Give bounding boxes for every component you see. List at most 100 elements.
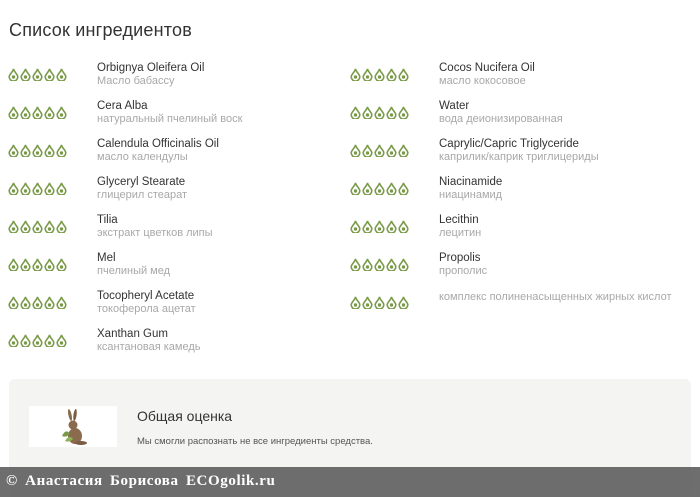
- oil-drop-icon: [362, 182, 373, 195]
- ingredient-name: Niacinamide: [439, 176, 503, 188]
- ingredient-text: Glyceryl Stearate глицерил стеарат: [97, 176, 187, 202]
- ingredient-row: Xanthan Gum ксантановая камедь: [8, 328, 308, 366]
- oil-drop-icon: [44, 258, 55, 271]
- ingredient-text: Tocopheryl Acetate токоферола ацетат: [97, 290, 196, 316]
- ingredient-row: Water вода деионизированная: [350, 100, 695, 138]
- ingredient-text: Niacinamide ниацинамид: [439, 176, 502, 202]
- ingredient-text: Lecithin лецитин: [439, 214, 481, 240]
- oil-drop-icon: [8, 68, 19, 81]
- oil-drop-icon: [350, 258, 361, 271]
- oil-drop-icon: [362, 144, 373, 157]
- ingredient-row: Calendula Officinalis Oil масло календулы: [8, 138, 308, 176]
- oil-drop-icon: [398, 296, 409, 309]
- ingredient-translation: масло календулы: [97, 151, 188, 163]
- safety-rating: [8, 68, 67, 81]
- oil-drop-icon: [20, 258, 31, 271]
- oil-drop-icon: [56, 106, 67, 119]
- oil-drop-icon: [32, 144, 43, 157]
- oil-drop-icon: [386, 296, 397, 309]
- oil-drop-icon: [20, 144, 31, 157]
- safety-rating: [8, 182, 67, 195]
- ingredient-translation: токоферола ацетат: [97, 303, 196, 315]
- safety-rating: [8, 144, 67, 157]
- oil-drop-icon: [386, 220, 397, 233]
- oil-drop-icon: [386, 258, 397, 271]
- oil-drop-icon: [56, 182, 67, 195]
- oil-drop-icon: [398, 182, 409, 195]
- ingredient-row: Lecithin лецитин: [350, 214, 695, 252]
- oil-drop-icon: [56, 68, 67, 81]
- ingredient-translation: ниацинамид: [439, 189, 503, 201]
- safety-rating: [350, 106, 409, 119]
- oil-drop-icon: [398, 68, 409, 81]
- oil-drop-icon: [44, 68, 55, 81]
- ingredient-name: Orbignya Oleifera Oil: [97, 62, 205, 74]
- safety-rating: [350, 182, 409, 195]
- oil-drop-icon: [350, 220, 361, 233]
- ingredient-translation: прополис: [439, 265, 488, 277]
- oil-drop-icon: [8, 258, 19, 271]
- ingredient-name: Cocos Nucifera Oil: [439, 62, 535, 74]
- oil-drop-icon: [32, 220, 43, 233]
- hare-icon: [62, 409, 87, 445]
- oil-drop-icon: [8, 220, 19, 233]
- oil-drop-icon: [350, 296, 361, 309]
- oil-drop-icon: [56, 296, 67, 309]
- safety-rating: [8, 258, 67, 271]
- safety-rating: [350, 144, 409, 157]
- oil-drop-icon: [350, 68, 361, 81]
- ingredient-text: Caprylic/Capric Triglyceride каприлик/кап…: [439, 138, 599, 164]
- oil-drop-icon: [32, 68, 43, 81]
- ingredient-name: Tocopheryl Acetate: [97, 290, 195, 302]
- oil-drop-icon: [374, 258, 385, 271]
- oil-drop-icon: [20, 296, 31, 309]
- ingredient-text: Propolis прополис: [439, 252, 487, 278]
- ingredient-name: Water: [439, 100, 470, 112]
- ingredient-translation: масло кокосовое: [439, 75, 526, 87]
- oil-drop-icon: [20, 182, 31, 195]
- ingredient-text: Orbignya Oleifera Oil Масло бабассу: [97, 62, 204, 88]
- watermark-bar: © Анастасия Борисова ECOgolik.ru: [0, 467, 700, 497]
- oil-drop-icon: [362, 296, 373, 309]
- oil-drop-icon: [386, 182, 397, 195]
- page-title: Список ингредиентов: [9, 20, 193, 40]
- ingredient-list-right: Cocos Nucifera Oil масло кокосовое Water во…: [350, 62, 695, 328]
- ingredient-name: Lecithin: [439, 214, 479, 226]
- oil-drop-icon: [32, 106, 43, 119]
- ingredient-name: Propolis: [439, 252, 481, 264]
- ingredient-row: Caprylic/Capric Triglyceride каприлик/кап…: [350, 138, 695, 176]
- ingredient-row: Tocopheryl Acetate токоферола ацетат: [8, 290, 308, 328]
- oil-drop-icon: [386, 106, 397, 119]
- oil-drop-icon: [56, 334, 67, 347]
- ingredient-row: Propolis прополис: [350, 252, 695, 290]
- ingredient-row: Cera Alba натуральный пчелиный воск: [8, 100, 308, 138]
- watermark-text: © Анастасия Борисова ECOgolik.ru: [6, 473, 276, 489]
- oil-drop-icon: [20, 106, 31, 119]
- ingredient-text: комплекс полиненасыщенных жирных кислот: [439, 290, 684, 304]
- oil-drop-icon: [350, 182, 361, 195]
- oil-drop-icon: [56, 144, 67, 157]
- ingredient-name: Cera Alba: [97, 100, 148, 112]
- ingredient-name: Tilia: [97, 214, 118, 226]
- oil-drop-icon: [8, 296, 19, 309]
- ingredient-name: Xanthan Gum: [97, 328, 168, 340]
- ingredient-text: Water вода деионизированная: [439, 100, 563, 126]
- oil-drop-icon: [374, 106, 385, 119]
- ingredient-name: Glyceryl Stearate: [97, 176, 186, 188]
- ingredient-translation: комплекс полиненасыщенных жирных кислот: [439, 291, 672, 303]
- oil-drop-icon: [362, 106, 373, 119]
- oil-drop-icon: [398, 106, 409, 119]
- oil-drop-icon: [8, 106, 19, 119]
- oil-drop-icon: [20, 220, 31, 233]
- safety-rating: [350, 220, 409, 233]
- oil-drop-icon: [44, 334, 55, 347]
- oil-drop-icon: [44, 106, 55, 119]
- oil-drop-icon: [32, 334, 43, 347]
- ingredient-row: Mel пчелиный мед: [8, 252, 308, 290]
- oil-drop-icon: [56, 258, 67, 271]
- ingredient-row: Glyceryl Stearate глицерил стеарат: [8, 176, 308, 214]
- ingredient-name: Mel: [97, 252, 116, 264]
- ingredient-translation: пчелиный мед: [97, 265, 171, 277]
- oil-drop-icon: [44, 144, 55, 157]
- safety-rating: [8, 334, 67, 347]
